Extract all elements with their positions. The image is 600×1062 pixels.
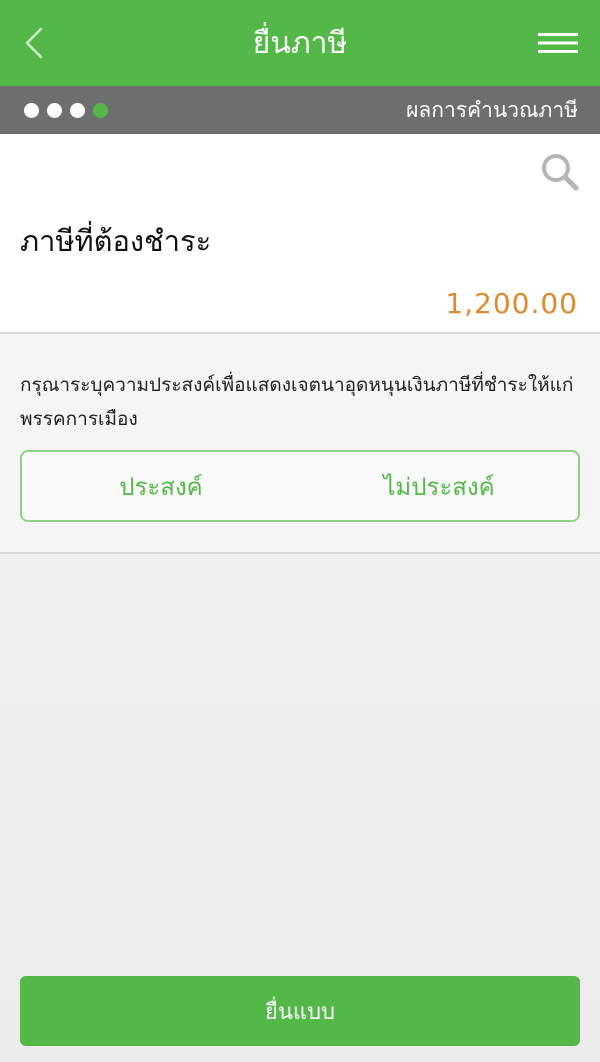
step-dot-1 [24,102,39,118]
step-dot-2 [47,102,62,118]
tax-summary-card: ภาษีที่ต้องชำระ 1,200.00 [0,134,600,334]
app-header: ยื่นภาษี [0,0,600,86]
back-button[interactable] [14,23,54,63]
search-button[interactable] [540,152,580,192]
step-dot-3 [70,102,85,118]
party-donation-question: กรุณาระบุความประสงค์เพื่อแสดงเจตนาอุดหนุ… [20,374,574,430]
page-title: ยื่นภาษี [252,25,348,61]
step-dots [24,102,108,118]
search-icon [542,154,579,191]
hamburger-menu-icon [538,33,578,53]
step-dot-4-active [93,102,108,118]
app-root: ยื่นภาษี ผลการคำนวณภาษี ภาษีที่ต้องชำระ [0,0,600,1062]
chevron-left-icon [25,27,43,59]
tax-due-amount: 1,200.00 [445,287,578,320]
not-wish-option-button[interactable]: ไม่ประสงค์ [300,452,578,520]
wish-option-button[interactable]: ประสงค์ [22,452,300,520]
step-progress-bar: ผลการคำนวณภาษี [0,86,600,134]
step-label: ผลการคำนวณภาษี [406,97,578,122]
tax-due-label: ภาษีที่ต้องชำระ [20,224,212,258]
menu-button[interactable] [536,26,580,60]
party-donation-section: กรุณาระบุความประสงค์เพื่อแสดงเจตนาอุดหนุ… [0,334,600,554]
donation-choice-group: ประสงค์ ไม่ประสงค์ [20,450,580,522]
submit-form-button[interactable]: ยื่นแบบ [20,976,580,1046]
